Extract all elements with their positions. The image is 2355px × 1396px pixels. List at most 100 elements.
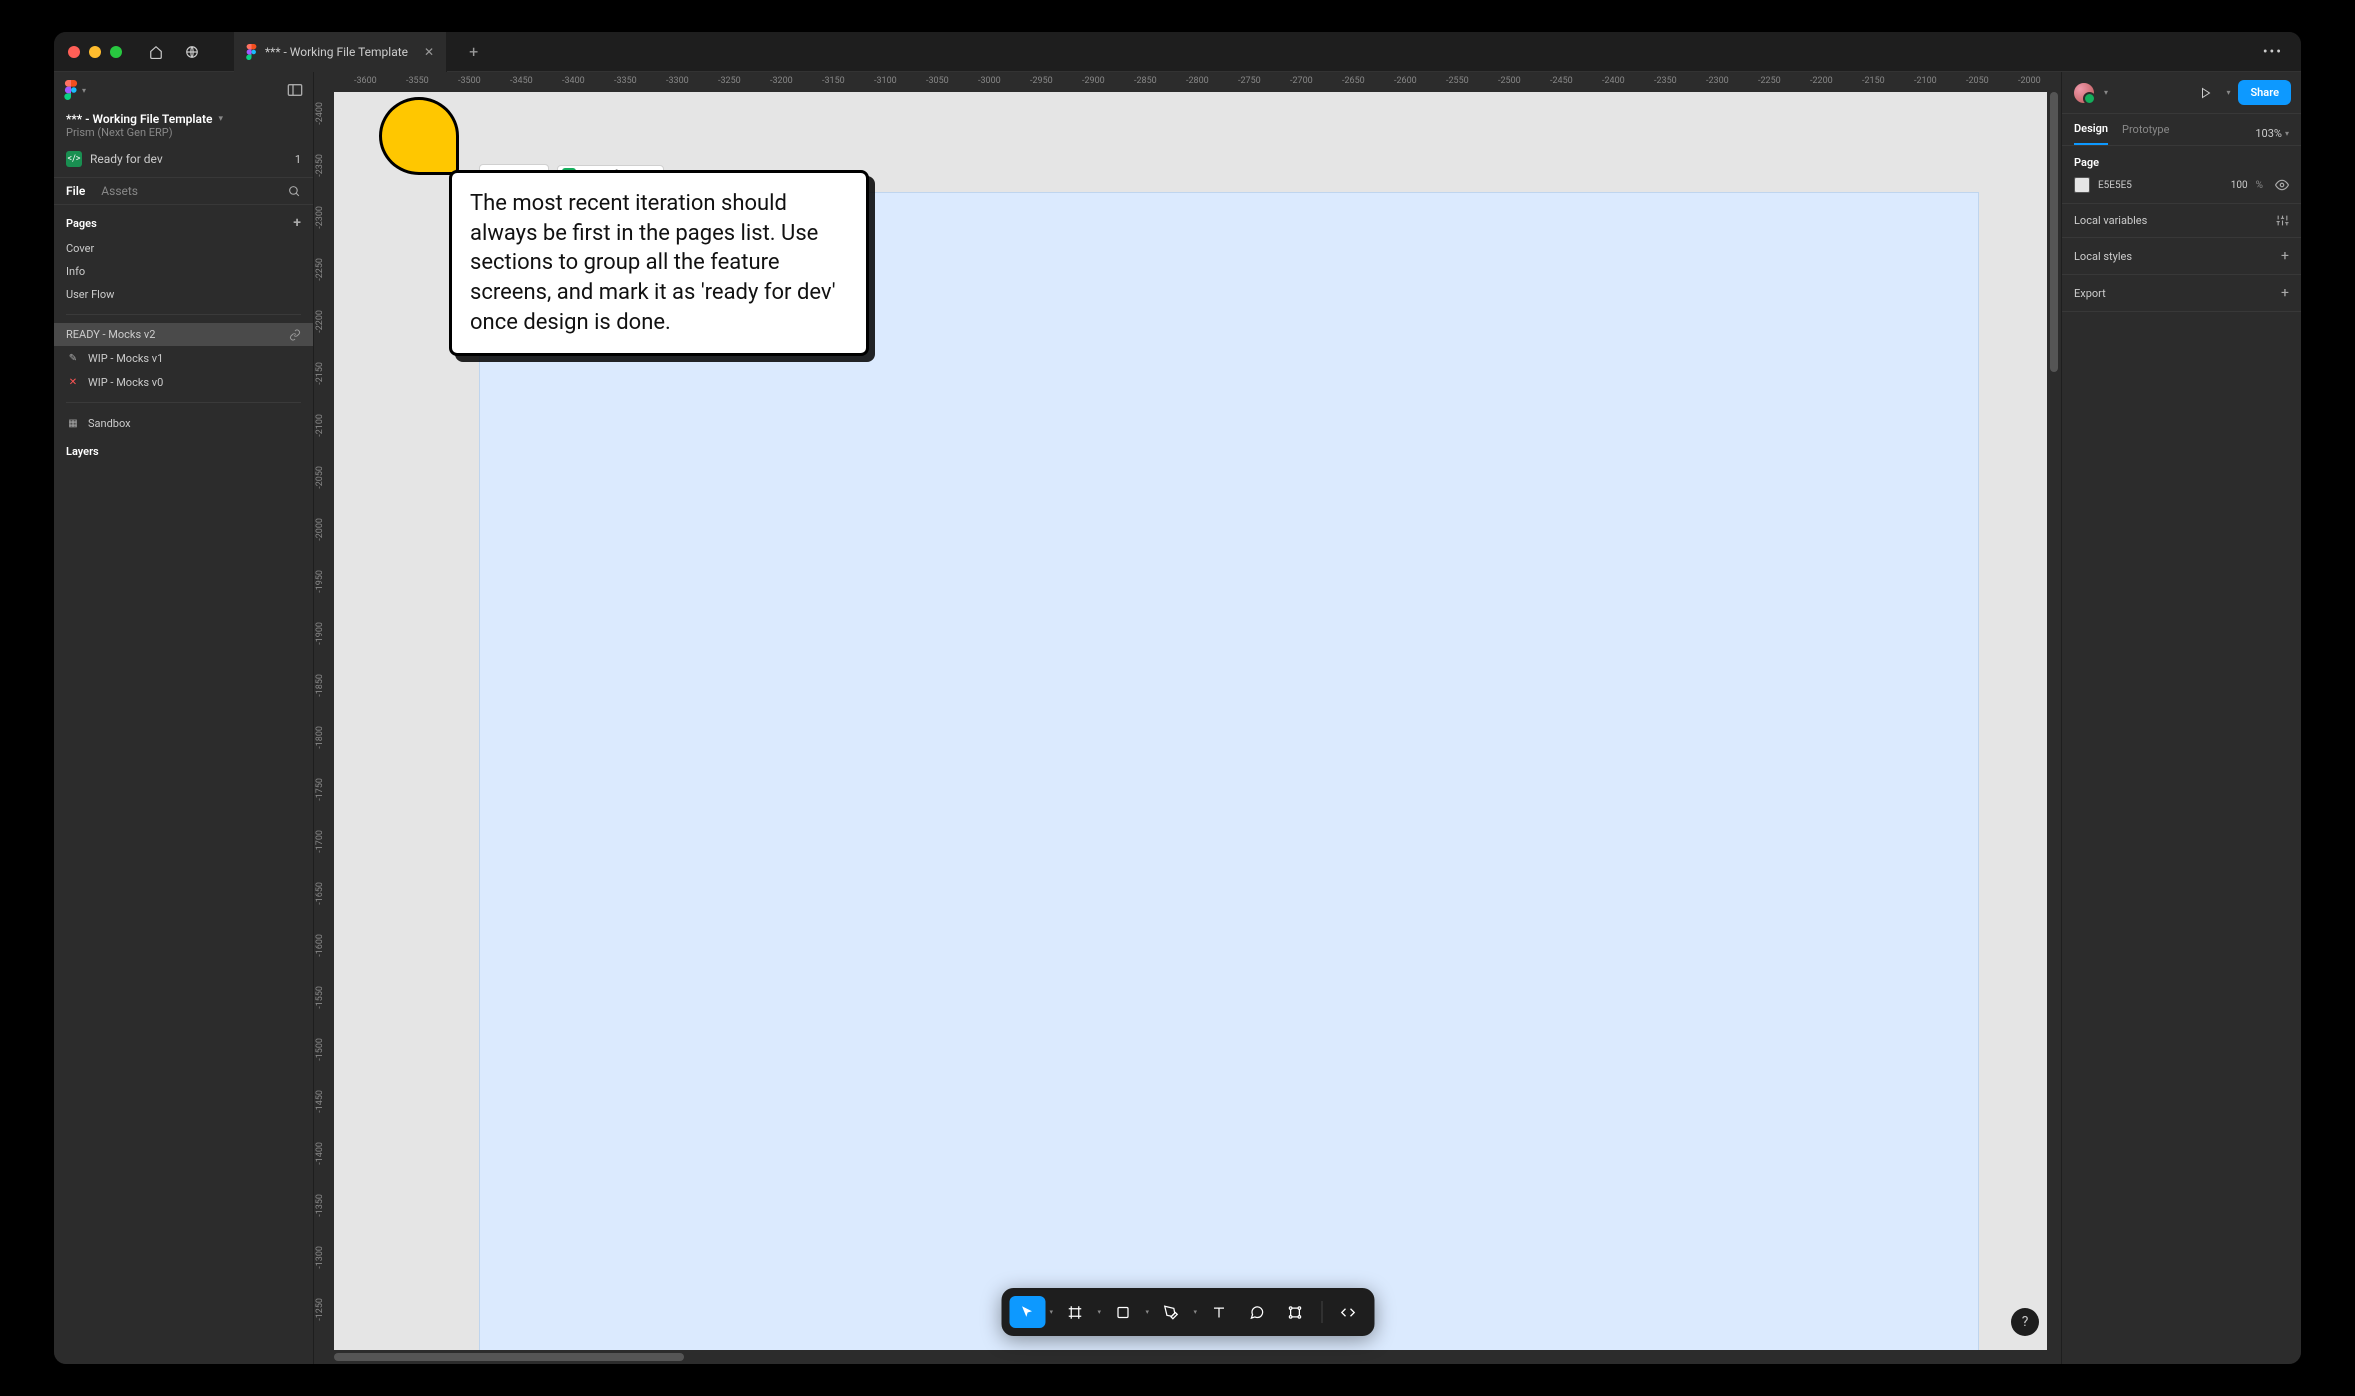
- present-button[interactable]: [2194, 81, 2218, 105]
- window-traffic-lights: [68, 46, 122, 58]
- chevron-down-icon[interactable]: ▾: [1193, 1308, 1197, 1316]
- new-tab-button[interactable]: +: [461, 42, 486, 61]
- user-avatar[interactable]: [2072, 81, 2096, 105]
- page-item-sandbox[interactable]: ▦ Sandbox: [54, 411, 313, 435]
- page-label: WIP - Mocks v1: [88, 352, 163, 365]
- chevron-down-icon[interactable]: ▾: [2226, 88, 2230, 97]
- section-body[interactable]: [479, 192, 1979, 1364]
- frame-tool[interactable]: ▾: [1057, 1296, 1093, 1328]
- scrollbar-thumb[interactable]: [334, 1353, 684, 1361]
- local-styles-row[interactable]: Local styles +: [2062, 238, 2301, 275]
- link-icon[interactable]: [289, 329, 301, 341]
- page-item-info[interactable]: Info: [54, 260, 313, 283]
- ruler-tick: -3100: [874, 76, 897, 86]
- ruler-tick: -2300: [315, 206, 325, 229]
- project-name[interactable]: Prism (Next Gen ERP): [54, 126, 313, 147]
- scrollbar-thumb[interactable]: [2050, 92, 2058, 372]
- section-frame[interactable]: Feature v2 </> Ready for dev ▾ The most …: [479, 192, 1979, 1364]
- search-icon[interactable]: [288, 185, 301, 198]
- canvas-wrap: -3600-3550-3500-3450-3400-3350-3300-3250…: [314, 72, 2061, 1364]
- file-tab[interactable]: *** - Working File Template ✕: [234, 32, 447, 72]
- close-window-button[interactable]: [68, 46, 80, 58]
- vertical-scrollbar[interactable]: [2047, 92, 2061, 1350]
- ruler-tick: -3250: [718, 76, 741, 86]
- ruler-tick: -2450: [1550, 76, 1573, 86]
- horizontal-scrollbar[interactable]: [334, 1350, 2061, 1364]
- chevron-down-icon: ▾: [82, 86, 86, 95]
- layers-header[interactable]: Layers: [54, 435, 313, 468]
- dev-status-row[interactable]: </> Ready for dev 1: [54, 147, 313, 177]
- left-panel: ▾ *** - Working File Template ▾ Prism (N…: [54, 72, 314, 1364]
- ruler-tick: -2950: [1030, 76, 1053, 86]
- collapse-panel-icon[interactable]: [287, 83, 303, 97]
- chevron-down-icon[interactable]: ▾: [218, 114, 223, 124]
- ruler-tick: -2000: [2018, 76, 2041, 86]
- visibility-icon[interactable]: [2275, 178, 2289, 192]
- file-title[interactable]: *** - Working File Template: [66, 112, 212, 126]
- figma-menu-button[interactable]: ▾: [64, 80, 86, 100]
- home-icon[interactable]: [142, 38, 170, 66]
- close-tab-icon[interactable]: ✕: [424, 45, 434, 59]
- text-tool[interactable]: [1201, 1296, 1237, 1328]
- tab-prototype[interactable]: Prototype: [2122, 123, 2169, 144]
- overflow-menu-icon[interactable]: •••: [2263, 44, 2287, 60]
- ruler-tick: -2900: [1082, 76, 1105, 86]
- export-row[interactable]: Export +: [2062, 275, 2301, 312]
- add-icon[interactable]: +: [2281, 285, 2289, 301]
- ruler-tick: -2150: [315, 362, 325, 385]
- page-item-wip-v1[interactable]: ✎ WIP - Mocks v1: [54, 346, 313, 370]
- chevron-down-icon[interactable]: ▾: [1097, 1308, 1101, 1316]
- actions-tool[interactable]: [1277, 1296, 1313, 1328]
- canvas[interactable]: Feature v2 </> Ready for dev ▾ The most …: [334, 92, 2061, 1364]
- tab-assets[interactable]: Assets: [101, 184, 138, 198]
- ruler-tick: -2100: [315, 414, 325, 437]
- pen-tool[interactable]: ▾: [1153, 1296, 1189, 1328]
- add-icon[interactable]: +: [2281, 248, 2289, 264]
- ruler-tick: -3600: [354, 76, 377, 86]
- page-label: Sandbox: [88, 417, 131, 430]
- chevron-down-icon[interactable]: ▾: [2104, 88, 2108, 97]
- fill-hex[interactable]: E5E5E5: [2098, 180, 2223, 191]
- ruler-tick: -1600: [315, 934, 325, 957]
- titlebar: *** - Working File Template ✕ + •••: [54, 32, 2301, 72]
- ruler-tick: -3550: [406, 76, 429, 86]
- ruler-vertical: -2400-2350-2300-2250-2200-2150-2100-2050…: [314, 92, 334, 1364]
- page-item-cover[interactable]: Cover: [54, 237, 313, 260]
- rectangle-tool[interactable]: ▾: [1105, 1296, 1141, 1328]
- move-tool[interactable]: ▾: [1009, 1296, 1045, 1328]
- add-page-icon[interactable]: +: [293, 215, 301, 231]
- status-label: Ready for dev: [90, 152, 163, 166]
- fill-opacity[interactable]: 100: [2231, 180, 2248, 191]
- sandbox-icon: ▦: [66, 416, 80, 430]
- tab-design[interactable]: Design: [2074, 122, 2108, 145]
- zoom-control[interactable]: 103% ▾: [2255, 127, 2289, 140]
- dev-mode-tool[interactable]: [1330, 1296, 1366, 1328]
- minimize-window-button[interactable]: [89, 46, 101, 58]
- chevron-down-icon[interactable]: ▾: [1049, 1308, 1053, 1316]
- annotation-note[interactable]: The most recent iteration should always …: [449, 170, 869, 356]
- maximize-window-button[interactable]: [110, 46, 122, 58]
- help-button[interactable]: ?: [2011, 1308, 2039, 1336]
- color-swatch[interactable]: [2074, 177, 2090, 193]
- page-fill-row[interactable]: E5E5E5 100 %: [2074, 177, 2289, 193]
- ruler-tick: -2050: [315, 466, 325, 489]
- ruler-tick: -2350: [1654, 76, 1677, 86]
- share-button[interactable]: Share: [2238, 80, 2291, 105]
- annotation-bubble-icon[interactable]: [379, 97, 459, 175]
- settings-icon[interactable]: [2276, 214, 2289, 227]
- percent-sign: %: [2256, 180, 2263, 191]
- page-item-wip-v0[interactable]: ✕ WIP - Mocks v0: [54, 370, 313, 394]
- chevron-down-icon[interactable]: ▾: [1145, 1308, 1149, 1316]
- page-item-userflow[interactable]: User Flow: [54, 283, 313, 306]
- comment-tool[interactable]: [1239, 1296, 1275, 1328]
- tab-file[interactable]: File: [66, 184, 85, 198]
- local-variables-row[interactable]: Local variables: [2062, 204, 2301, 238]
- export-label: Export: [2074, 287, 2106, 300]
- ruler-tick: -3350: [614, 76, 637, 86]
- ruler-tick: -3000: [978, 76, 1001, 86]
- ruler-tick: -2600: [1394, 76, 1417, 86]
- ruler-tick: -1400: [315, 1142, 325, 1165]
- ruler-tick: -2400: [315, 102, 325, 125]
- page-item-ready-v2[interactable]: READY - Mocks v2: [54, 323, 313, 346]
- community-icon[interactable]: [178, 38, 206, 66]
